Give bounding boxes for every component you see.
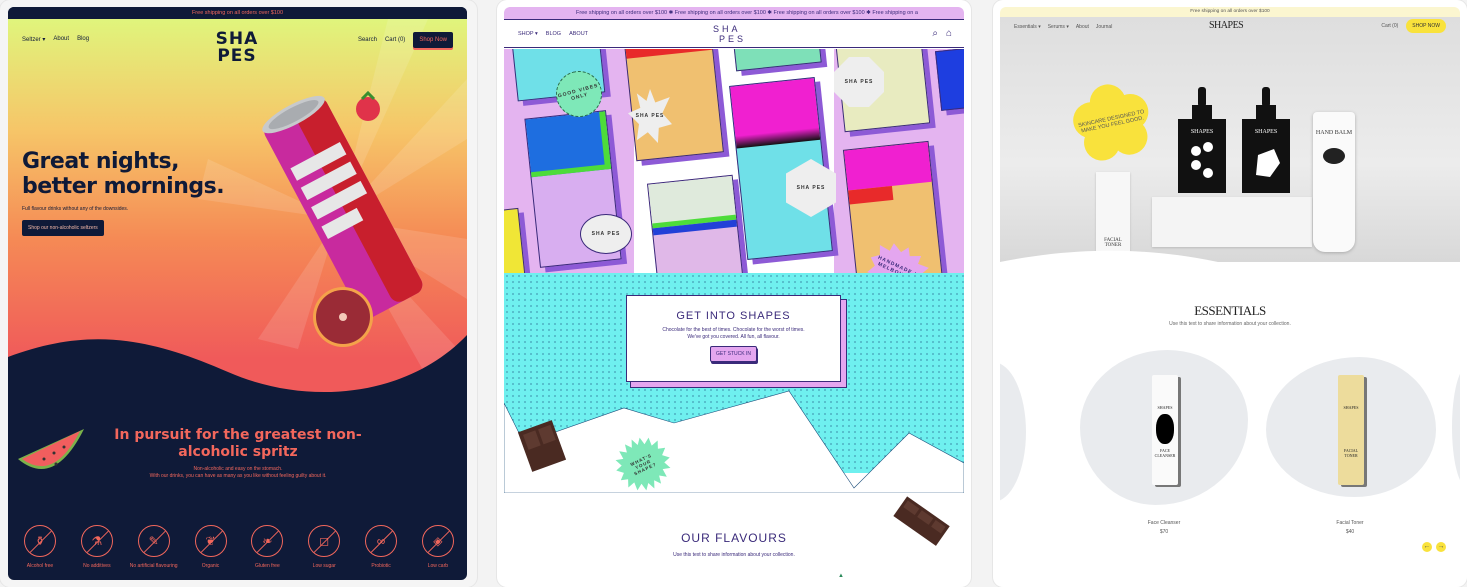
nav-about[interactable]: About	[1076, 24, 1089, 30]
card-title: GET INTO SHAPES	[676, 310, 791, 322]
section-title: In pursuit for the greatest non-alcoholi…	[114, 427, 362, 460]
scroll-to-top-icon[interactable]: ▲	[838, 573, 844, 579]
announcement-marquee: Free shipping on all orders over $100 ✱ …	[504, 7, 964, 20]
face-cleanser-bottle-image: SHAPES FACE CLEANSER	[1152, 375, 1178, 485]
get-stuck-in-button[interactable]: GET STUCK IN	[710, 346, 757, 362]
facial-toner-bottle-image: SHAPES FACIAL TONER	[1338, 375, 1364, 485]
hand-balm-tube: HAND BALM	[1313, 112, 1355, 252]
announcement-bar: Free shipping on all orders over $100	[8, 7, 467, 19]
wheat-icon: ❧	[251, 525, 284, 557]
shapes-logo[interactable]: SHA PES	[211, 31, 263, 67]
features-list: ⚱ Alcohol free ⚗ No additives ✎ No artifici…	[14, 525, 464, 569]
feature-item: ⚗ No additives	[71, 525, 123, 569]
hero-title: Great nights, better mornings.	[22, 149, 225, 199]
nav-cart[interactable]: Cart (0)	[385, 37, 405, 43]
product-name: Face Cleanser	[1147, 520, 1181, 526]
shapes-logo[interactable]: SHA PES	[713, 24, 746, 44]
raspberry	[356, 97, 380, 121]
arrow-left-icon[interactable]: ←	[1422, 542, 1432, 552]
packaging-collage: GOOD VIBES ONLY SHA PES SHA PES SHA PES …	[504, 49, 964, 273]
shopping-bag-icon[interactable]: ⌂	[946, 28, 952, 39]
nav-blog[interactable]: BLOG	[546, 31, 561, 37]
chocolate-site-screenshot: Free shipping on all orders over $100 ✱ …	[504, 7, 964, 580]
nav-search[interactable]: Search	[358, 37, 377, 43]
chevron-down-icon: ▾	[42, 37, 46, 43]
section-body: Non-alcoholic and easy on the stomach. W…	[149, 466, 327, 479]
chocolate-piece-image	[517, 420, 567, 472]
nav-seltzer[interactable]: Seltzer ▾	[22, 36, 45, 43]
seltzer-site-screenshot: Free shipping on all orders over $100 Se…	[8, 7, 467, 580]
nav-about[interactable]: ABOUT	[569, 31, 588, 37]
product-name: Facial Toner	[1336, 520, 1364, 526]
bottle-icon: ⚱	[24, 525, 56, 557]
feature-item: ❦ Organic	[185, 525, 237, 569]
product-info[interactable]: Facial Toner $40	[1310, 520, 1390, 535]
skincare-flower-badge: SKINCARE DESIGNED TO MAKE YOU FEEL GOOD.	[1065, 75, 1160, 170]
essentials-subtitle: Use this text to share information about…	[1169, 321, 1291, 327]
shop-seltzers-button[interactable]: Shop our non-alcoholic seltzers	[22, 220, 104, 236]
nav-about[interactable]: About	[53, 36, 69, 43]
nav-serums[interactable]: Serums ▾	[1048, 24, 1069, 30]
arrow-right-icon[interactable]: →	[1436, 542, 1446, 552]
feature-item: ◻ Low sugar	[298, 525, 350, 569]
get-into-shapes-card: GET INTO SHAPES Chocolate for the best o…	[626, 295, 841, 382]
feature-item: ∞ Probiotic	[355, 525, 407, 569]
chevron-down-icon: ▾	[1066, 24, 1069, 30]
feature-item: ✎ No artificial flavouring	[128, 525, 180, 569]
product-price: $40	[1345, 529, 1355, 535]
octagon-logo-badge: SHA PES	[834, 57, 884, 107]
bread-icon: ◈	[421, 525, 454, 557]
chevron-down-icon: ▾	[535, 31, 538, 37]
flask-icon: ⚗	[80, 525, 113, 557]
oval-logo-badge: SHA PES	[580, 214, 632, 254]
bacteria-icon: ∞	[365, 525, 398, 557]
search-icon[interactable]: ⌕	[932, 28, 938, 39]
nav-journal[interactable]: Journal	[1096, 24, 1112, 30]
shapes-logo[interactable]: SHAPES	[1209, 20, 1244, 31]
feature-item: ◈ Low carb	[412, 525, 464, 569]
our-flavours-title: OUR FLAVOURS	[681, 531, 787, 545]
wave-divider	[8, 335, 467, 427]
our-flavours-subtitle: Use this text to share information about…	[673, 552, 795, 558]
chevron-down-icon: ▾	[1038, 24, 1041, 30]
essentials-title: ESSENTIALS	[1194, 303, 1266, 318]
bottle-brand: SHAPES	[1191, 129, 1213, 135]
shop-now-button[interactable]: Shop Now	[413, 32, 453, 48]
feature-item: ❧ Gluten free	[241, 525, 293, 569]
site-header: SHOP ▾ BLOG ABOUT SHA PES ⌕ ⌂	[504, 20, 964, 48]
carousel-controls: ← →	[1422, 542, 1446, 552]
dropper-icon: ✎	[137, 525, 170, 557]
hero-image: SHAPES SHAPES HAND BALM FACIAL TONER	[1000, 17, 1460, 262]
leaf-icon: ❦	[194, 525, 227, 557]
svg-text:SHAPES: SHAPES	[1255, 129, 1277, 135]
product-blob-partial	[1452, 367, 1460, 487]
nav-blog[interactable]: Blog	[77, 36, 89, 43]
feature-item: ⚱ Alcohol free	[14, 525, 66, 569]
card-text: Chocolate for the best of times. Chocola…	[662, 327, 805, 340]
nav-cart[interactable]: Cart (0)	[1381, 23, 1398, 29]
site-header: Seltzer ▾ About Blog SHA PES Search Cart…	[8, 19, 467, 65]
nav-shop[interactable]: SHOP ▾	[518, 31, 538, 37]
nav-essentials[interactable]: Essentials ▾	[1014, 24, 1041, 30]
product-info[interactable]: Face Cleanser $70	[1124, 520, 1204, 535]
sugar-cube-icon: ◻	[308, 525, 341, 557]
serum-bottles-image: SHAPES SHAPES	[1178, 87, 1290, 193]
shop-now-button[interactable]: SHOP NOW	[1406, 19, 1446, 33]
announcement-bar: Free shipping on all orders over $100	[1000, 7, 1460, 17]
product-blob-partial	[1000, 362, 1026, 502]
product-price: $70	[1159, 529, 1169, 535]
hero-subtitle: Full flavour drinks without any of the d…	[22, 206, 129, 212]
wave-divider	[1000, 250, 1460, 292]
skincare-site-screenshot: Free shipping on all orders over $100 SH…	[1000, 7, 1460, 580]
